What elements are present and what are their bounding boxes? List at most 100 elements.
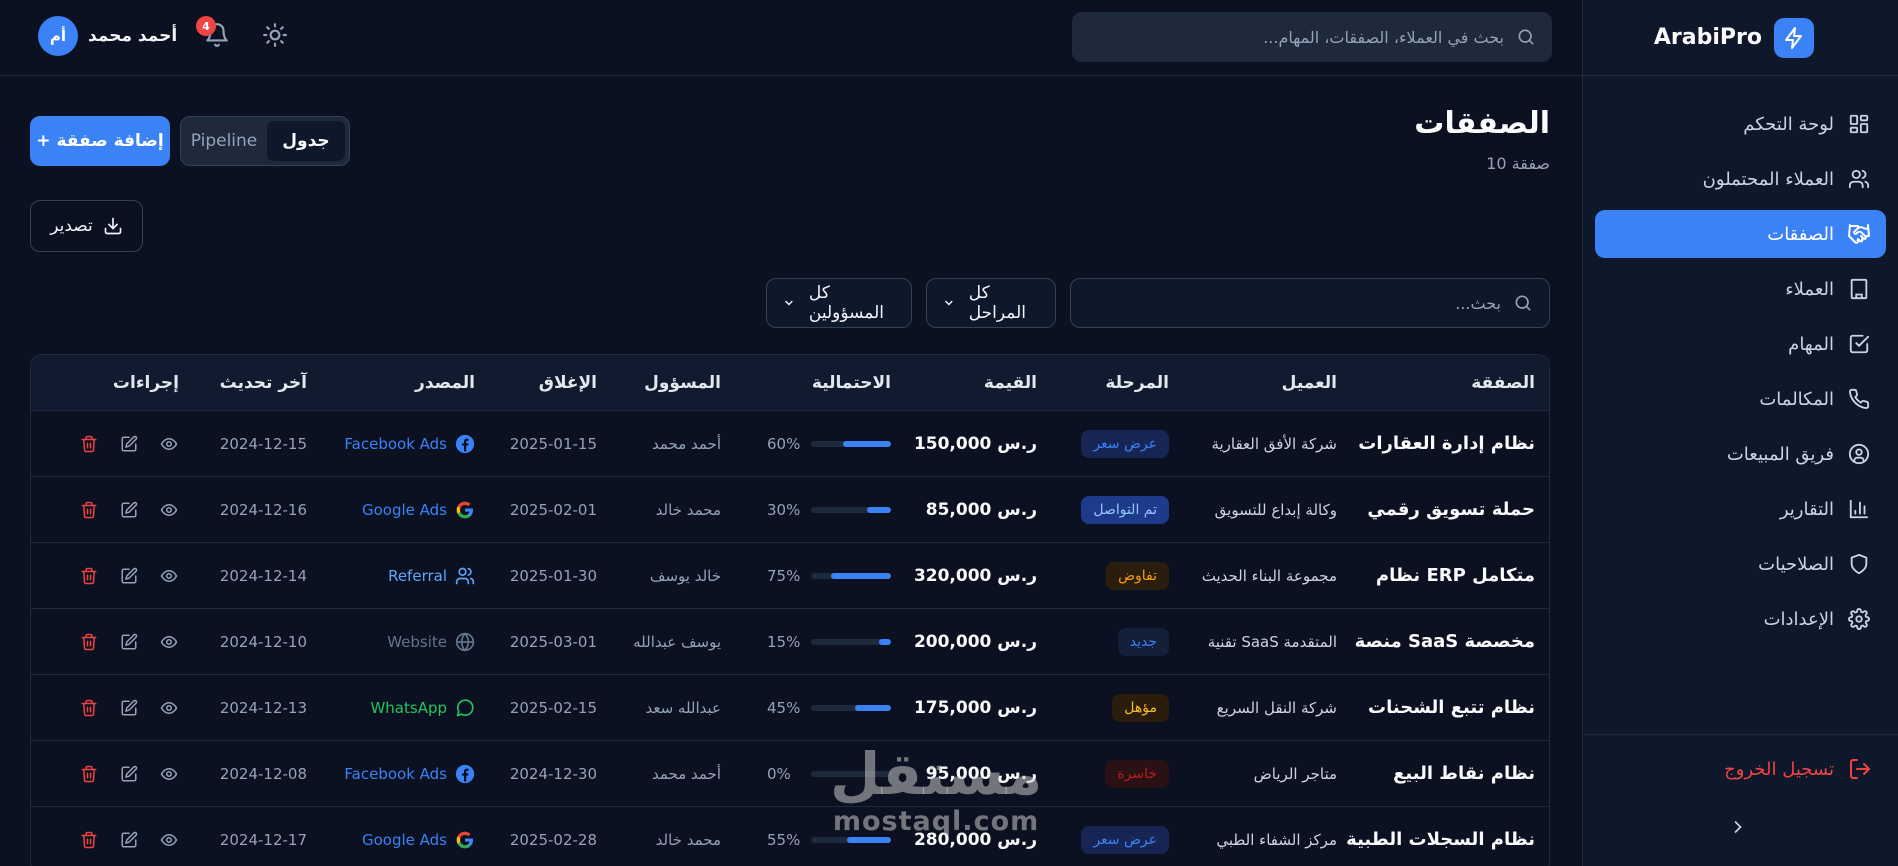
deal-value: 150,000 ر.س: [913, 433, 1037, 454]
stage-filter-select[interactable]: كل المراحل: [926, 278, 1056, 328]
deal-name[interactable]: نظام السجلات الطبية: [1346, 829, 1535, 850]
sidebar-collapse-button[interactable]: [1726, 815, 1750, 839]
table-row[interactable]: نظام إدارة العقارات شركة الأفق العقارية عر…: [31, 411, 1549, 477]
sidebar-item-3[interactable]: العملاء: [1595, 265, 1886, 313]
facebook-icon: [455, 434, 475, 454]
view-eye-icon[interactable]: [159, 566, 179, 586]
deal-name[interactable]: نظام نقاط البيع: [1393, 763, 1535, 784]
logout-button[interactable]: تسجيل الخروج: [1724, 757, 1872, 781]
edit-icon[interactable]: [119, 830, 139, 850]
export-button[interactable]: تصدير: [30, 200, 143, 252]
sidebar-item-0[interactable]: لوحة التحكم: [1595, 100, 1886, 148]
sidebar-item-4[interactable]: المهام: [1595, 320, 1886, 368]
header-client[interactable]: العميل: [1282, 355, 1337, 410]
table-row[interactable]: منصة SaaS مخصصة تقنية SaaS المتقدمة جديد 20…: [31, 609, 1549, 675]
edit-icon[interactable]: [119, 434, 139, 454]
last-update: 2024-12-14: [219, 566, 307, 585]
edit-icon[interactable]: [119, 698, 139, 718]
global-search[interactable]: [1072, 12, 1552, 62]
sun-icon[interactable]: [262, 22, 290, 50]
delete-icon[interactable]: [79, 764, 99, 784]
deal-name[interactable]: نظام إدارة العقارات: [1358, 433, 1535, 454]
owner-filter-select[interactable]: كل المسؤولين: [766, 278, 912, 328]
chevron-down-icon: [945, 300, 953, 306]
user-menu[interactable]: أم أحمد محمد: [38, 16, 177, 56]
probability-fill: [843, 440, 891, 447]
deal-value: 85,000 ر.س: [925, 499, 1037, 520]
deals-count: 10 صفقة: [1486, 154, 1550, 173]
view-eye-icon[interactable]: [159, 698, 179, 718]
dashboard-icon: [1846, 111, 1872, 137]
deal-name[interactable]: حملة تسويق رقمي: [1367, 499, 1535, 520]
sidebar-item-label: التقارير: [1779, 498, 1834, 520]
probability-text: 60%: [767, 434, 801, 453]
client-name: متاجر الرياض: [1253, 764, 1337, 783]
edit-icon[interactable]: [119, 566, 139, 586]
sidebar-item-7[interactable]: التقارير: [1595, 485, 1886, 533]
download-icon: [103, 216, 123, 236]
users-icon: [1846, 166, 1872, 192]
header-stage[interactable]: المرحلة: [1105, 355, 1169, 410]
sidebar-item-1[interactable]: العملاء المحتملون: [1595, 155, 1886, 203]
deal-name[interactable]: نظام ERP متكامل: [1376, 565, 1535, 586]
sidebar-item-2[interactable]: الصفقات: [1595, 210, 1886, 258]
table-body: نظام إدارة العقارات شركة الأفق العقارية عر…: [31, 411, 1549, 866]
sidebar-item-6[interactable]: فريق المبيعات: [1595, 430, 1886, 478]
deals-search[interactable]: [1070, 278, 1550, 328]
bolt-logo-icon: [1774, 17, 1814, 58]
delete-icon[interactable]: [79, 500, 99, 520]
sidebar-item-label: العملاء: [1785, 278, 1834, 300]
header-probability[interactable]: الاحتمالية: [812, 355, 891, 410]
handshake-icon: [1846, 221, 1872, 247]
delete-icon[interactable]: [79, 566, 99, 586]
chevron-right-icon: [1734, 821, 1742, 833]
view-pipeline-button[interactable]: Pipeline: [185, 121, 263, 161]
header-last-update[interactable]: آخر تحديث: [220, 355, 307, 410]
view-eye-icon[interactable]: [159, 632, 179, 652]
add-deal-button[interactable]: + إضافة صفقة: [30, 116, 170, 166]
probability-fill: [867, 506, 891, 513]
view-eye-icon[interactable]: [159, 500, 179, 520]
view-eye-icon[interactable]: [159, 764, 179, 784]
table-row[interactable]: نظام تتبع الشحنات شركة النقل السريع مؤهل 17…: [31, 675, 1549, 741]
edit-icon[interactable]: [119, 764, 139, 784]
view-eye-icon[interactable]: [159, 434, 179, 454]
owner-name: عبدالله سعد: [645, 698, 721, 717]
header-owner[interactable]: المسؤول: [644, 355, 721, 410]
client-name: تقنية SaaS المتقدمة: [1207, 632, 1337, 651]
table-row[interactable]: حملة تسويق رقمي وكالة إبداع للتسويق تم الت…: [31, 477, 1549, 543]
phone-icon: [1846, 386, 1872, 412]
owner-filter-label: كل المسؤولين: [808, 283, 885, 323]
table-row[interactable]: نظام نقاط البيع متاجر الرياض خاسرة 95,000 ر…: [31, 741, 1549, 807]
table-row[interactable]: نظام ERP متكامل مجموعة البناء الحديث تفاوض…: [31, 543, 1549, 609]
header-source[interactable]: المصدر: [415, 355, 475, 410]
header-value[interactable]: القيمة: [984, 355, 1037, 410]
sidebar-item-label: الصلاحيات: [1758, 553, 1834, 575]
source-label: WhatsApp: [370, 698, 447, 717]
global-search-input[interactable]: [1104, 27, 1504, 47]
app-name: ArabiPro: [1653, 25, 1762, 50]
deal-name[interactable]: منصة SaaS مخصصة: [1355, 631, 1535, 652]
edit-icon[interactable]: [119, 632, 139, 652]
close-date: 2025-02-01: [509, 500, 597, 519]
sidebar-item-8[interactable]: الصلاحيات: [1595, 540, 1886, 588]
sidebar-item-5[interactable]: المكالمات: [1595, 375, 1886, 423]
table-header: الصفقة العميل المرحلة القيمة الاحتمالية …: [31, 355, 1549, 411]
sidebar-item-9[interactable]: الإعدادات: [1595, 595, 1886, 643]
view-table-button[interactable]: جدول: [267, 121, 345, 161]
delete-icon[interactable]: [79, 434, 99, 454]
delete-icon[interactable]: [79, 698, 99, 718]
delete-icon[interactable]: [79, 632, 99, 652]
client-name: شركة الأفق العقارية: [1211, 434, 1337, 453]
edit-icon[interactable]: [119, 500, 139, 520]
view-eye-icon[interactable]: [159, 830, 179, 850]
delete-icon[interactable]: [79, 830, 99, 850]
deal-name[interactable]: نظام تتبع الشحنات: [1368, 697, 1535, 718]
header-deal[interactable]: الصفقة: [1471, 355, 1535, 410]
table-row[interactable]: نظام السجلات الطبية مركز الشفاء الطبي عرض …: [31, 807, 1549, 866]
deals-search-input[interactable]: [1101, 293, 1501, 313]
header-close-date[interactable]: الإغلاق: [539, 355, 597, 410]
deal-value: 175,000 ر.س: [913, 697, 1037, 718]
probability-text: 55%: [767, 830, 801, 849]
client-name: مجموعة البناء الحديث: [1201, 566, 1337, 585]
